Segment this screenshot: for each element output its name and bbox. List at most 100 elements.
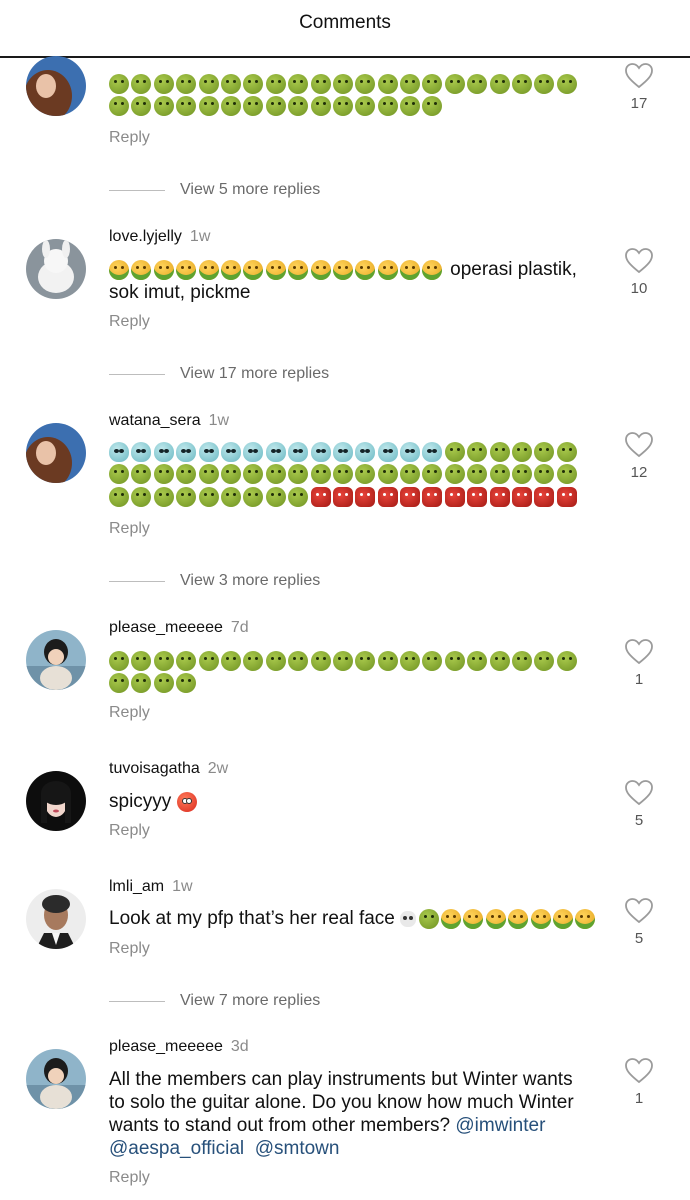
alien-emoji-icon [288,441,309,462]
nausea-emoji-icon [176,486,197,507]
reply-button[interactable]: Reply [109,1169,150,1187]
alien-emoji-icon [220,441,241,462]
reply-button[interactable]: Reply [109,129,150,147]
nausea-emoji-icon [288,96,309,117]
view-more-replies[interactable]: View 7 more replies [109,992,409,1012]
username[interactable]: lmli_am [109,878,164,895]
view-more-divider [109,190,165,191]
nausea-emoji-icon [400,650,421,671]
nausea-emoji-icon [131,96,152,117]
avatar[interactable] [26,423,86,483]
timestamp: 2w [207,760,229,777]
comments-header: Comments [0,0,690,58]
nausea-emoji-icon [444,464,465,485]
emoji-row [109,463,591,486]
comment-meta: tuvoisagatha 2w [109,760,228,778]
nausea-emoji-icon [489,73,510,94]
avatar[interactable] [26,889,86,949]
nausea-emoji-icon [556,464,577,485]
nausea-emoji-icon [265,96,286,117]
username[interactable]: love.lyjelly [109,228,182,245]
vomit-emoji-icon [220,259,241,280]
nausea-emoji-icon [377,73,398,94]
nausea-emoji-icon [556,441,577,462]
reply-button[interactable]: Reply [109,940,150,958]
mention-link[interactable]: @smtown [255,1138,340,1159]
ogre-emoji-icon [422,486,443,507]
like-button[interactable]: 5 [620,780,658,829]
nausea-emoji-icon [489,441,510,462]
reply-button[interactable]: Reply [109,313,150,331]
view-more-divider [109,374,165,375]
mention-link[interactable]: @imwinter [455,1115,545,1136]
mention-link[interactable]: @aespa_official [109,1138,244,1159]
reply-button[interactable]: Reply [109,704,150,722]
nausea-emoji-icon [109,486,129,507]
nausea-emoji-icon [534,464,555,485]
comment-meta: please_meeeee 3d [109,1038,249,1056]
nausea-emoji-icon [288,73,309,94]
like-button[interactable]: 10 [620,248,658,297]
emoji-row [109,95,591,118]
like-button[interactable]: 17 [620,63,658,112]
comment-meta: watana_sera 1w [109,412,229,430]
nausea-emoji-icon [534,650,555,671]
like-button[interactable]: 1 [620,1058,658,1107]
vomit-emoji-icon [131,259,152,280]
comment-text: All the members can play instruments but… [109,1068,599,1160]
avatar[interactable] [26,630,86,690]
nausea-emoji-icon [556,650,577,671]
heart-icon [625,898,653,924]
nausea-emoji-icon [131,73,152,94]
vomit-emoji-icon [552,908,573,929]
vomit-emoji-icon [198,259,219,280]
nausea-emoji-icon [310,650,331,671]
like-button[interactable]: 1 [620,639,658,688]
ogre-emoji-icon [467,486,488,507]
avatar[interactable] [26,1049,86,1109]
reply-button[interactable]: Reply [109,822,150,840]
username[interactable]: watana_sera [109,412,201,429]
view-more-replies[interactable]: View 3 more replies [109,572,409,592]
nausea-emoji-icon [489,650,510,671]
reply-button[interactable]: Reply [109,520,150,538]
view-more-divider [109,581,165,582]
avatar[interactable] [26,771,86,831]
like-button[interactable]: 5 [620,898,658,947]
comment-body: Look at my pfp that’s her real face [109,908,395,929]
comment-text: operasi plastik, sok imut, pickme [109,258,591,304]
username[interactable]: tuvoisagatha [109,760,200,777]
timestamp: 7d [230,619,249,636]
nausea-emoji-icon [198,650,219,671]
nausea-emoji-icon [109,650,129,671]
nausea-emoji-icon [176,464,197,485]
comment-text [109,72,591,117]
view-more-label: View 7 more replies [180,992,321,1009]
nausea-emoji-icon [243,73,264,94]
like-count: 10 [630,280,648,297]
avatar[interactable] [26,56,86,116]
avatar[interactable] [26,239,86,299]
vomit-emoji-icon [265,259,286,280]
like-count: 17 [630,95,648,112]
nausea-emoji-icon [153,650,174,671]
nausea-emoji-icon [377,650,398,671]
nausea-emoji-icon [131,464,152,485]
nausea-emoji-icon [131,486,152,507]
nausea-emoji-icon [422,464,443,485]
nausea-emoji-icon [176,650,197,671]
vomit-emoji-icon [400,259,421,280]
alien-emoji-icon [176,441,197,462]
hot-face-emoji-icon [176,791,197,812]
nausea-emoji-icon [332,464,353,485]
view-more-replies[interactable]: View 17 more replies [109,365,409,385]
nausea-emoji-icon [153,96,174,117]
nausea-emoji-icon [534,73,555,94]
like-button[interactable]: 12 [620,432,658,481]
username[interactable]: please_meeeee [109,1038,223,1055]
view-more-label: View 3 more replies [180,572,321,589]
view-more-replies[interactable]: View 5 more replies [109,181,409,201]
comment-meta: love.lyjelly 1w [109,228,210,246]
username[interactable]: please_meeeee [109,619,223,636]
vomit-emoji-icon [508,908,529,929]
